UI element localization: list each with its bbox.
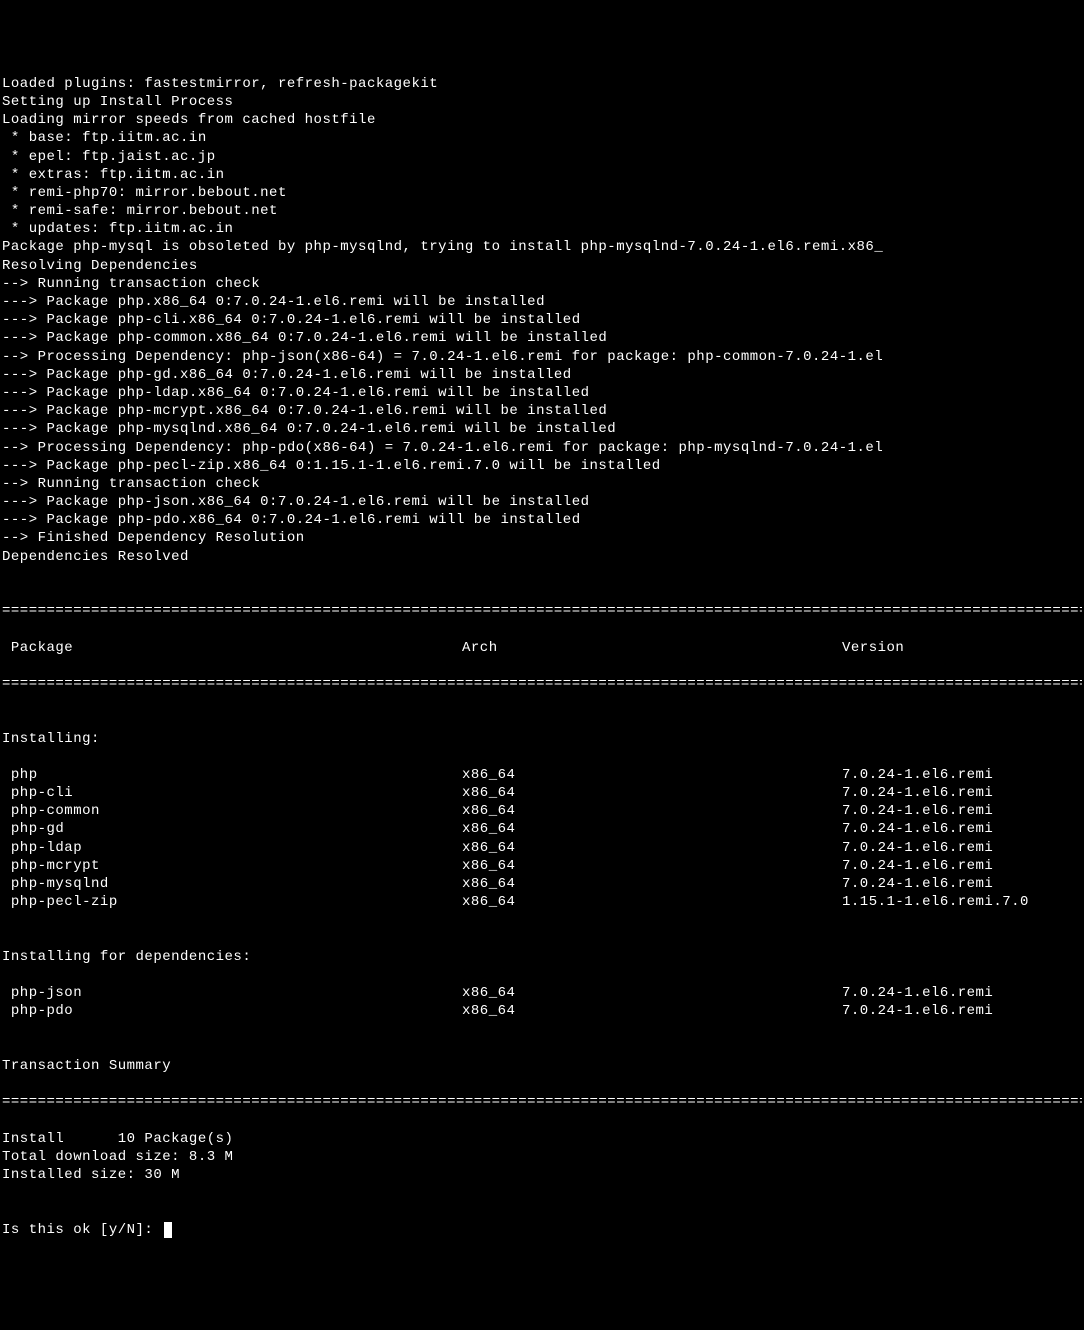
table-row: php-clix86_647.0.24-1.el6.remi (2, 784, 1082, 802)
terminal-line: * updates: ftp.iitm.ac.in (2, 220, 1082, 238)
package-version: 7.0.24-1.el6.remi (842, 766, 1082, 784)
package-version: 7.0.24-1.el6.remi (842, 802, 1082, 820)
terminal-line: ---> Package php-mcrypt.x86_64 0:7.0.24-… (2, 402, 1082, 420)
terminal-output-preamble: Loaded plugins: fastestmirror, refresh-p… (2, 75, 1082, 566)
table-row: php-jsonx86_647.0.24-1.el6.remi (2, 984, 1082, 1002)
table-row: php-ldapx86_647.0.24-1.el6.remi (2, 839, 1082, 857)
terminal-line: --> Running transaction check (2, 275, 1082, 293)
package-version: 7.0.24-1.el6.remi (842, 857, 1082, 875)
terminal-line: ---> Package php-gd.x86_64 0:7.0.24-1.el… (2, 366, 1082, 384)
package-arch: x86_64 (462, 820, 842, 838)
package-version: 7.0.24-1.el6.remi (842, 784, 1082, 802)
terminal-line: Resolving Dependencies (2, 257, 1082, 275)
terminal-line: Package php-mysql is obsoleted by php-my… (2, 238, 1082, 256)
terminal-line: ---> Package php-common.x86_64 0:7.0.24-… (2, 329, 1082, 347)
confirm-prompt[interactable]: Is this ok [y/N]: (2, 1221, 1082, 1239)
terminal-line: Dependencies Resolved (2, 548, 1082, 566)
terminal-line: Total download size: 8.3 M (2, 1148, 1082, 1166)
terminal-line: Install 10 Package(s) (2, 1130, 1082, 1148)
installing-deps-label: Installing for dependencies: (2, 948, 1082, 966)
package-version: 7.0.24-1.el6.remi (842, 984, 1082, 1002)
package-arch: x86_64 (462, 857, 842, 875)
installing-deps-packages: php-jsonx86_647.0.24-1.el6.remi php-pdox… (2, 984, 1082, 1020)
terminal-line: * remi-safe: mirror.bebout.net (2, 202, 1082, 220)
terminal-line: Loading mirror speeds from cached hostfi… (2, 111, 1082, 129)
terminal-line: Installed size: 30 M (2, 1166, 1082, 1184)
package-version: 7.0.24-1.el6.remi (842, 820, 1082, 838)
package-name: php-pecl-zip (2, 893, 462, 911)
terminal-line: * extras: ftp.iitm.ac.in (2, 166, 1082, 184)
terminal-line: ---> Package php-mysqlnd.x86_64 0:7.0.24… (2, 420, 1082, 438)
cursor (164, 1222, 172, 1238)
terminal-line: Loaded plugins: fastestmirror, refresh-p… (2, 75, 1082, 93)
terminal-line: --> Processing Dependency: php-json(x86-… (2, 348, 1082, 366)
table-header: Package Arch Version (2, 639, 1082, 657)
installing-label: Installing: (2, 730, 1082, 748)
package-version: 1.15.1-1.el6.remi.7.0 (842, 893, 1082, 911)
terminal-line: * epel: ftp.jaist.ac.jp (2, 148, 1082, 166)
terminal-line: ---> Package php-pdo.x86_64 0:7.0.24-1.e… (2, 511, 1082, 529)
separator-bottom: ========================================… (2, 1093, 1082, 1111)
package-name: php-mysqlnd (2, 875, 462, 893)
header-arch: Arch (462, 639, 842, 657)
package-version: 7.0.24-1.el6.remi (842, 1002, 1082, 1020)
package-name: php-common (2, 802, 462, 820)
table-row: php-pecl-zipx86_641.15.1-1.el6.remi.7.0 (2, 893, 1082, 911)
header-package: Package (2, 639, 462, 657)
package-name: php-json (2, 984, 462, 1002)
installing-packages: phpx86_647.0.24-1.el6.remi php-clix86_64… (2, 766, 1082, 912)
transaction-summary-header: Transaction Summary (2, 1057, 1082, 1075)
package-arch: x86_64 (462, 784, 842, 802)
prompt-text: Is this ok [y/N]: (2, 1221, 162, 1239)
terminal-line: ---> Package php-ldap.x86_64 0:7.0.24-1.… (2, 384, 1082, 402)
table-row: php-commonx86_647.0.24-1.el6.remi (2, 802, 1082, 820)
terminal-line: ---> Package php.x86_64 0:7.0.24-1.el6.r… (2, 293, 1082, 311)
package-name: php-mcrypt (2, 857, 462, 875)
package-name: php-cli (2, 784, 462, 802)
transaction-summary-body: Install 10 Package(s)Total download size… (2, 1130, 1082, 1185)
terminal-line: --> Running transaction check (2, 475, 1082, 493)
separator-top: ========================================… (2, 602, 1082, 620)
package-arch: x86_64 (462, 1002, 842, 1020)
table-row: php-mcryptx86_647.0.24-1.el6.remi (2, 857, 1082, 875)
package-name: php (2, 766, 462, 784)
separator-mid: ========================================… (2, 675, 1082, 693)
terminal-line: ---> Package php-pecl-zip.x86_64 0:1.15.… (2, 457, 1082, 475)
terminal-line: Transaction Summary (2, 1057, 1082, 1075)
package-version: 7.0.24-1.el6.remi (842, 839, 1082, 857)
terminal-line: --> Finished Dependency Resolution (2, 529, 1082, 547)
terminal-line: ---> Package php-cli.x86_64 0:7.0.24-1.e… (2, 311, 1082, 329)
package-arch: x86_64 (462, 766, 842, 784)
package-version: 7.0.24-1.el6.remi (842, 875, 1082, 893)
terminal-line: * base: ftp.iitm.ac.in (2, 129, 1082, 147)
terminal-line: * remi-php70: mirror.bebout.net (2, 184, 1082, 202)
package-arch: x86_64 (462, 984, 842, 1002)
package-name: php-pdo (2, 1002, 462, 1020)
package-arch: x86_64 (462, 839, 842, 857)
table-row: phpx86_647.0.24-1.el6.remi (2, 766, 1082, 784)
package-arch: x86_64 (462, 875, 842, 893)
header-version: Version (842, 639, 1082, 657)
terminal-line: --> Processing Dependency: php-pdo(x86-6… (2, 439, 1082, 457)
terminal-line: ---> Package php-json.x86_64 0:7.0.24-1.… (2, 493, 1082, 511)
package-arch: x86_64 (462, 802, 842, 820)
package-name: php-gd (2, 820, 462, 838)
table-row: php-pdox86_647.0.24-1.el6.remi (2, 1002, 1082, 1020)
package-arch: x86_64 (462, 893, 842, 911)
table-row: php-gdx86_647.0.24-1.el6.remi (2, 820, 1082, 838)
package-name: php-ldap (2, 839, 462, 857)
table-row: php-mysqlndx86_647.0.24-1.el6.remi (2, 875, 1082, 893)
terminal-line: Setting up Install Process (2, 93, 1082, 111)
